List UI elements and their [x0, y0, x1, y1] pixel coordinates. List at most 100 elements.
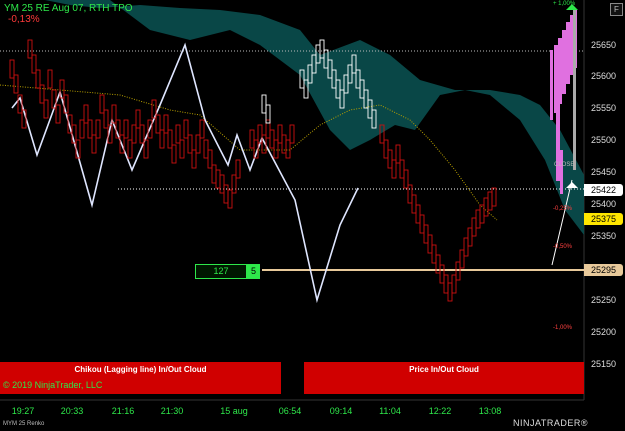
renko-down-brick — [451, 274, 457, 294]
renko-down-brick — [487, 191, 493, 211]
price-tick: 25650 — [591, 40, 617, 50]
price-tick: 25450 — [591, 167, 617, 177]
change-percent: -0,13% — [8, 14, 40, 25]
renko-down-brick — [223, 184, 229, 204]
time-tick: 11:04 — [379, 406, 401, 416]
renko-down-brick — [163, 114, 169, 134]
renko-down-brick — [249, 129, 255, 149]
renko-down-brick — [9, 59, 15, 79]
price-tick: 25550 — [591, 103, 617, 113]
renko-down-brick — [13, 74, 19, 94]
renko-down-brick — [123, 119, 129, 139]
tpo-profile-bar — [562, 30, 566, 94]
renko-down-brick — [39, 84, 45, 104]
renko-down-brick — [391, 159, 397, 179]
renko-down-brick — [269, 129, 275, 149]
close-label: CLOSE — [554, 162, 575, 168]
price-cloud-panel-label: Price In/Out Cloud — [409, 365, 479, 374]
renko-down-brick — [175, 124, 181, 144]
renko-down-brick — [459, 249, 465, 269]
time-tick: 06:54 — [278, 406, 302, 416]
renko-down-brick — [479, 204, 485, 224]
renko-down-brick — [87, 119, 93, 139]
renko-down-brick — [467, 227, 473, 247]
renko-down-brick — [231, 174, 237, 194]
price-cloud-panel: Price In/Out Cloud — [304, 362, 584, 394]
renko-up-brick — [261, 94, 267, 114]
renko-down-brick — [411, 194, 417, 214]
renko-down-brick — [427, 234, 433, 254]
tpo-profile-bar — [566, 22, 570, 84]
f-button[interactable]: F — [610, 3, 623, 16]
renko-down-brick — [31, 54, 37, 74]
renko-down-brick — [139, 124, 145, 144]
ichimoku-cloud — [45, 0, 584, 235]
renko-down-brick — [167, 129, 173, 149]
renko-down-brick — [83, 104, 89, 124]
renko-down-brick — [191, 149, 197, 169]
time-tick: 13:08 — [478, 406, 502, 416]
renko-down-brick — [431, 244, 437, 264]
renko-down-brick — [419, 214, 425, 234]
renko-down-brick — [395, 144, 401, 164]
renko-down-brick — [95, 119, 101, 139]
copyright: © 2019 NinjaTrader, LLC — [3, 380, 103, 390]
renko-down-brick — [195, 134, 201, 154]
profile-top-pct: + 1,00% — [553, 1, 576, 7]
level-price-tag: 25295 — [584, 264, 623, 276]
renko-down-brick — [463, 237, 469, 257]
renko-down-brick — [103, 109, 109, 129]
last-price-tag: 25422 — [584, 184, 623, 196]
time-tick: 15 aug — [220, 406, 248, 416]
time-tick: 09:14 — [329, 406, 353, 416]
renko-down-brick — [471, 217, 477, 237]
kijun-price-tag: 25375 — [584, 213, 623, 225]
renko-down-brick — [155, 114, 161, 134]
renko-down-brick — [35, 69, 41, 89]
tpo-profile-bar — [550, 50, 553, 120]
renko-down-brick — [99, 94, 105, 114]
pct-label: -0,50% — [553, 244, 573, 250]
time-tick: 21:16 — [111, 406, 135, 416]
renko-down-brick — [131, 124, 137, 144]
renko-down-brick — [285, 139, 291, 159]
renko-down-brick — [399, 159, 405, 179]
renko-down-brick — [443, 274, 449, 294]
profile-value-area — [573, 10, 576, 170]
renko-down-brick — [199, 119, 205, 139]
counter-value: 127 — [195, 264, 247, 279]
time-tick: 20:33 — [60, 406, 84, 416]
renko-down-brick — [179, 139, 185, 159]
renko-down-brick — [475, 209, 481, 229]
renko-down-brick — [55, 104, 61, 124]
renko-down-brick — [91, 134, 97, 154]
renko-down-brick — [219, 174, 225, 194]
renko-down-brick — [211, 164, 217, 184]
chikou-panel-label: Chikou (Lagging line) In/Out Cloud — [74, 365, 207, 374]
renko-down-brick — [407, 184, 413, 204]
renko-down-brick — [415, 204, 421, 224]
price-tick: 25500 — [591, 135, 617, 145]
price-tick: 25600 — [591, 71, 617, 81]
price-tick: 25350 — [591, 231, 617, 241]
tpo-profile-bar — [560, 150, 563, 194]
pct-label: -1,00% — [553, 325, 573, 331]
renko-down-brick — [127, 139, 133, 159]
counter-button[interactable]: 5 — [247, 264, 260, 279]
renko-down-brick — [171, 144, 177, 164]
renko-down-brick — [27, 39, 33, 59]
renko-down-brick — [483, 197, 489, 217]
renko-down-brick — [423, 224, 429, 244]
renko-down-brick — [215, 169, 221, 189]
renko-down-brick — [447, 282, 453, 302]
time-tick: 12:22 — [428, 406, 452, 416]
renko-down-brick — [277, 124, 283, 144]
tpo-profile-bar — [556, 135, 560, 181]
renko-down-brick — [387, 149, 393, 169]
renko-down-brick — [227, 189, 233, 209]
renko-down-brick — [383, 139, 389, 159]
price-tick: 25250 — [591, 295, 617, 305]
renko-down-brick — [289, 124, 295, 144]
renko-down-brick — [135, 109, 141, 129]
time-tick: 21:30 — [160, 406, 184, 416]
